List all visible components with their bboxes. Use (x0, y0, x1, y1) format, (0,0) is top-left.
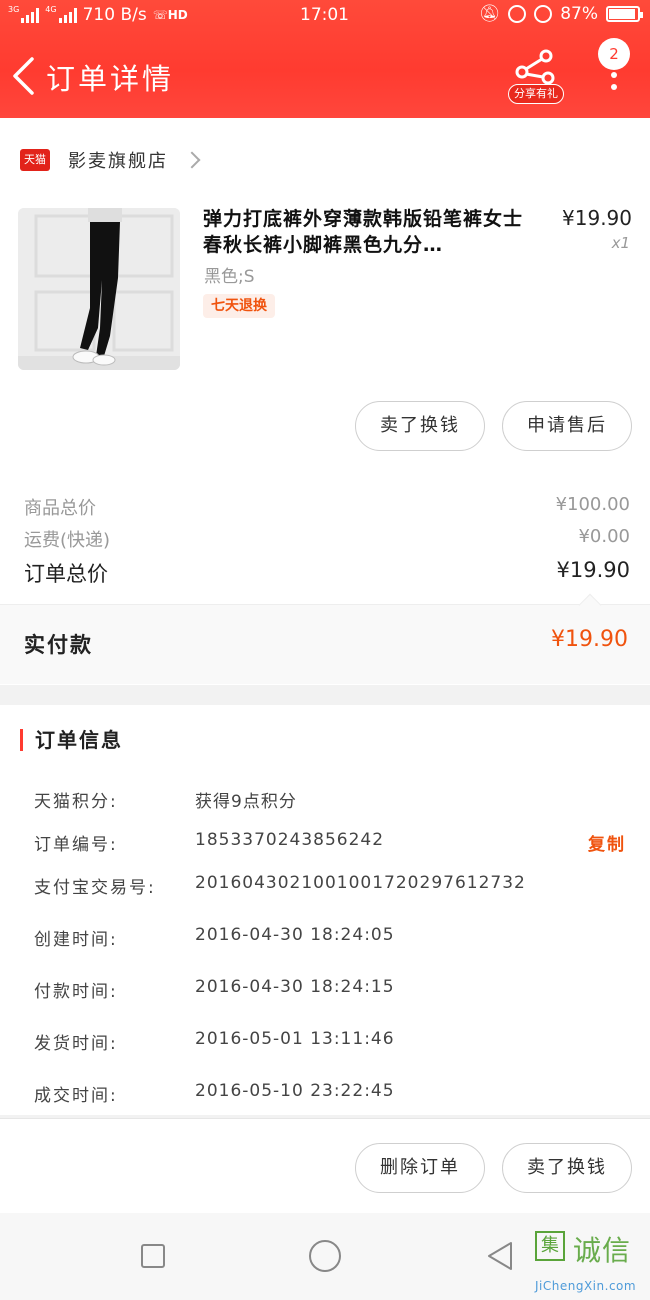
clock: 17:01 (300, 5, 349, 25)
apply-after-sale-button[interactable]: 申请售后 (502, 401, 632, 451)
info-label: 成交时间: (34, 1086, 118, 1106)
more-dots-icon (611, 72, 617, 96)
goods-total-label: 商品总价 (24, 498, 96, 519)
sell-for-cash-button-bottom[interactable]: 卖了换钱 (502, 1143, 632, 1193)
watermark-logo-icon: 集 (535, 1231, 565, 1261)
info-label: 支付宝交易号: (34, 878, 156, 898)
actual-payment-row: 实付款 ¥19.90 (0, 593, 650, 684)
network-type-a: 3G (8, 5, 20, 14)
network-type-b: 4G (45, 5, 57, 14)
back-arrow-icon[interactable] (10, 56, 36, 96)
pointer-notch (578, 593, 602, 617)
info-value: 2016-05-01 13:11:46 (195, 1029, 395, 1049)
nav-back-icon[interactable] (485, 1240, 515, 1272)
goods-total-row: 商品总价 ¥100.00 (24, 494, 630, 520)
more-menu-button[interactable]: 2 (596, 38, 632, 96)
page-title: 订单详情 (46, 62, 175, 96)
phone-hd-icon: ☏HD (152, 8, 188, 22)
signal-icon-2 (58, 7, 77, 23)
home-icon[interactable] (309, 1240, 341, 1272)
order-item-card: 天猫 影麦旗舰店 弹力打底裤外穿薄款韩版铅笔裤女士春秋长裤小脚裤黑色九分… ¥1… (0, 118, 650, 685)
info-label: 发货时间: (34, 1034, 118, 1054)
info-label: 天猫积分: (34, 792, 118, 812)
delete-order-button[interactable]: 删除订单 (355, 1143, 485, 1193)
product-image[interactable] (18, 208, 180, 370)
info-label: 创建时间: (34, 930, 118, 950)
store-row[interactable]: 天猫 影麦旗舰店 (20, 146, 201, 174)
share-button[interactable]: 分享有礼 (508, 48, 564, 104)
shipping-value: ¥0.00 (578, 526, 630, 547)
info-value: 2016-04-30 18:24:05 (195, 925, 395, 945)
return-policy-tag: 七天退换 (203, 294, 275, 318)
status-bar: 3G 4G 710 B/s ☏HD 17:01 🔕︎ 87% (0, 0, 650, 32)
product-photo-icon (18, 208, 180, 370)
product-title[interactable]: 弹力打底裤外穿薄款韩版铅笔裤女士春秋长裤小脚裤黑色九分… (203, 206, 538, 258)
hd-label: HD (167, 8, 188, 22)
order-info-title: 订单信息 (20, 729, 123, 751)
actual-payment-label: 实付款 (24, 633, 93, 657)
product-sku: 黑色;S (204, 267, 255, 287)
info-value: 2016-05-10 23:22:45 (195, 1081, 395, 1101)
alarm-icon (534, 5, 553, 23)
order-info-card: 订单信息 天猫积分: 获得9点积分 订单编号: 1853370243856242… (0, 705, 650, 1115)
copy-button[interactable]: 复制 (588, 830, 626, 855)
message-count-badge: 2 (598, 38, 630, 70)
tmall-logo-icon: 天猫 (20, 149, 50, 171)
info-value: 2016-04-30 18:24:15 (195, 977, 395, 997)
recent-apps-icon[interactable] (141, 1244, 165, 1268)
order-total-row: 订单总价 ¥19.90 (24, 558, 630, 588)
info-label: 订单编号: (34, 835, 118, 855)
bottom-action-bar: 删除订单 卖了换钱 (0, 1118, 650, 1213)
goods-total-value: ¥100.00 (555, 494, 630, 515)
title-bar: 订单详情 分享有礼 2 (0, 38, 650, 112)
product-quantity: x1 (611, 234, 630, 252)
lock-rotation-icon (508, 5, 527, 23)
battery-percent: 87% (560, 4, 598, 24)
watermark-en: JiChengXin.com (535, 1279, 637, 1293)
info-value: 获得9点积分 (195, 792, 297, 812)
shipping-row: 运费(快递) ¥0.00 (24, 526, 630, 552)
order-number-value[interactable]: 1853370243856242 (195, 830, 384, 850)
system-nav-bar: 集 诚信 JiChengXin.com (0, 1213, 650, 1300)
order-total-label: 订单总价 (24, 562, 108, 586)
battery-icon (606, 6, 643, 22)
watermark-cn: 诚信 (573, 1234, 632, 1267)
info-value: 2016043021001001720297612732 (195, 873, 526, 893)
mute-icon: 🔕︎ (478, 4, 501, 24)
actual-payment-value: ¥19.90 (551, 627, 628, 652)
info-label: 付款时间: (34, 982, 118, 1002)
watermark: 集 诚信 JiChengXin.com (533, 1223, 650, 1300)
sell-for-cash-button[interactable]: 卖了换钱 (355, 401, 485, 451)
net-speed: 710 B/s (82, 5, 147, 25)
share-gift-label: 分享有礼 (508, 84, 564, 104)
chevron-right-icon (183, 151, 201, 169)
product-price: ¥19.90 (562, 206, 632, 230)
share-icon (515, 49, 555, 85)
shipping-label: 运费(快递) (24, 530, 111, 551)
order-total-value: ¥19.90 (556, 558, 630, 582)
signal-icon (21, 7, 40, 23)
app-header: 3G 4G 710 B/s ☏HD 17:01 🔕︎ 87% 订单详情 分享有礼… (0, 0, 650, 118)
store-name[interactable]: 影麦旗舰店 (68, 147, 168, 173)
